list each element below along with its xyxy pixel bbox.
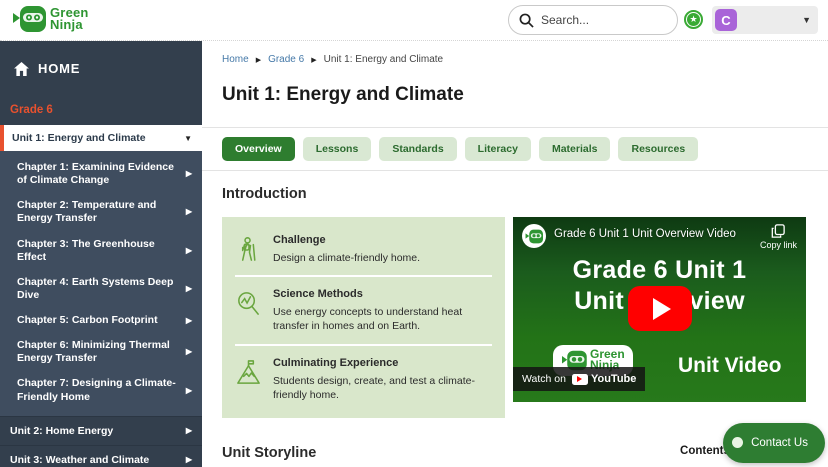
green-ninja-logo[interactable]: Green Ninja (12, 5, 89, 33)
home-icon (14, 61, 29, 76)
chevron-right-icon: ▶ (185, 245, 192, 255)
divider (202, 170, 828, 171)
challenge-item: Challenge Design a climate-friendly home… (235, 223, 492, 278)
chevron-right-icon: ▶ (185, 169, 192, 179)
unit-overview-video-player[interactable]: Grade 6 Unit 1 Unit Overview Video Copy … (513, 217, 806, 402)
science-methods-item: Science Methods Use energy concepts to u… (235, 277, 492, 346)
sidebar-item-chapter-7[interactable]: Chapter 7: Designing a Climate-Friendly … (0, 371, 202, 409)
culminating-experience-text: Students design, create, and test a clim… (273, 374, 475, 401)
unit-storyline-section: Unit Storyline Throughout the unit, stud… (222, 445, 662, 467)
youtube-play-button[interactable] (628, 286, 692, 331)
logo-wordmark: Green Ninja (50, 4, 89, 32)
science-methods-text: Use energy concepts to understand heat t… (273, 306, 463, 333)
sidebar-item-home[interactable]: HOME (0, 41, 202, 76)
sidebar-item-chapter-6[interactable]: Chapter 6: Minimizing Thermal Energy Tra… (0, 333, 202, 371)
challenge-text: Design a climate-friendly home. (273, 252, 421, 264)
breadcrumb-separator-icon: ▶ (255, 56, 262, 64)
tab-overview[interactable]: Overview (222, 137, 295, 161)
tab-bar: Overview Lessons Standards Literacy Mate… (222, 137, 808, 161)
sidebar-item-chapter-1[interactable]: Chapter 1: Examining Evidence of Climate… (0, 155, 202, 193)
sidebar-item-unit-3[interactable]: Unit 3: Weather and Climate ▶ (0, 444, 202, 467)
mountain-flag-icon (237, 359, 260, 384)
search-icon (519, 13, 534, 28)
video-caption: Unit Video (678, 354, 782, 377)
youtube-logo: YouTube (571, 373, 636, 385)
tab-materials[interactable]: Materials (538, 137, 611, 161)
introduction-panel: Challenge Design a climate-friendly home… (222, 217, 505, 418)
sidebar-item-chapter-2[interactable]: Chapter 2: Temperature and Energy Transf… (0, 193, 202, 231)
account-menu[interactable]: C ▼ (712, 6, 818, 34)
unit-1-chapters: Chapter 1: Examining Evidence of Climate… (0, 151, 202, 416)
video-title-bar: Grade 6 Unit 1 Unit Overview Video Copy … (513, 217, 806, 257)
sidebar-item-unit-2[interactable]: Unit 2: Home Energy ▶ (0, 415, 202, 445)
watch-on-label: Watch on (522, 373, 566, 385)
search-input[interactable] (541, 13, 661, 27)
breadcrumb-grade-link[interactable]: Grade 6 (268, 54, 304, 65)
chevron-right-icon: ▶ (185, 347, 192, 357)
hiker-icon (241, 237, 256, 261)
copy-icon (772, 224, 786, 238)
copy-link-button[interactable]: Copy link (760, 224, 797, 250)
channel-avatar[interactable] (522, 224, 546, 248)
search-bar[interactable] (508, 5, 678, 35)
ninja-face-icon (525, 229, 543, 243)
ninja-face-icon (13, 6, 46, 32)
unit-1-label: Unit 1: Energy and Climate (12, 132, 146, 144)
chevron-right-icon: ▶ (185, 283, 192, 293)
culminating-experience-title: Culminating Experience (273, 356, 399, 369)
main-content: Home ▶ Grade 6 ▶ Unit 1: Energy and Clim… (202, 41, 828, 467)
breadcrumb-current: Unit 1: Energy and Climate (323, 54, 444, 65)
badge-star-icon[interactable]: ★ (684, 10, 703, 29)
chevron-right-icon: ▶ (185, 207, 192, 217)
watch-on-youtube-button[interactable]: Watch on YouTube (513, 367, 646, 391)
caret-down-icon: ▼ (184, 133, 192, 143)
breadcrumb-separator-icon: ▶ (311, 56, 317, 64)
sidebar-item-unit-1[interactable]: Unit 1: Energy and Climate ▼ (0, 125, 202, 151)
tab-literacy[interactable]: Literacy (464, 137, 531, 161)
unit-storyline-heading: Unit Storyline (222, 444, 317, 461)
tab-resources[interactable]: Resources (618, 137, 699, 161)
chevron-right-icon: ▶ (185, 315, 192, 325)
tab-standards[interactable]: Standards (379, 137, 457, 161)
introduction-heading: Introduction (222, 186, 307, 202)
home-label: HOME (38, 61, 81, 76)
chat-dot-icon (732, 437, 744, 448)
sidebar-nav: HOME Grade 6 Unit 1: Energy and Climate … (0, 41, 202, 467)
sidebar-item-chapter-4[interactable]: Chapter 4: Earth Systems Deep Dive ▶ (0, 270, 202, 308)
chevron-right-icon: ▶ (185, 385, 192, 395)
copy-link-label: Copy link (759, 240, 797, 250)
chart-magnifier-icon (238, 292, 259, 316)
chevron-down-icon: ▼ (802, 15, 811, 25)
top-header: Green Ninja ★ C ▼ (0, 0, 828, 41)
video-title[interactable]: Grade 6 Unit 1 Unit Overview Video (554, 228, 736, 240)
breadcrumb: Home ▶ Grade 6 ▶ Unit 1: Energy and Clim… (222, 54, 808, 65)
grade-section-label: Grade 6 (10, 104, 53, 116)
breadcrumb-home-link[interactable]: Home (222, 54, 249, 65)
science-methods-title: Science Methods (273, 288, 363, 301)
culminating-experience-item: Culminating Experience Students design, … (235, 346, 492, 412)
page-title: Unit 1: Energy and Climate (222, 84, 464, 105)
contact-us-button[interactable]: Contact Us (723, 423, 825, 463)
sidebar-item-chapter-3[interactable]: Chapter 3: The Greenhouse Effect ▶ (0, 232, 202, 270)
chevron-right-icon: ▶ (185, 455, 192, 465)
youtube-play-icon (571, 373, 588, 385)
sidebar-item-chapter-5[interactable]: Chapter 5: Carbon Footprint ▶ (0, 308, 202, 333)
tab-lessons[interactable]: Lessons (302, 137, 372, 161)
avatar: C (715, 9, 737, 31)
play-icon (653, 297, 671, 320)
challenge-title: Challenge (273, 234, 326, 246)
divider (202, 127, 828, 128)
chevron-right-icon: ▶ (185, 426, 192, 436)
contact-us-label: Contact Us (751, 437, 808, 449)
